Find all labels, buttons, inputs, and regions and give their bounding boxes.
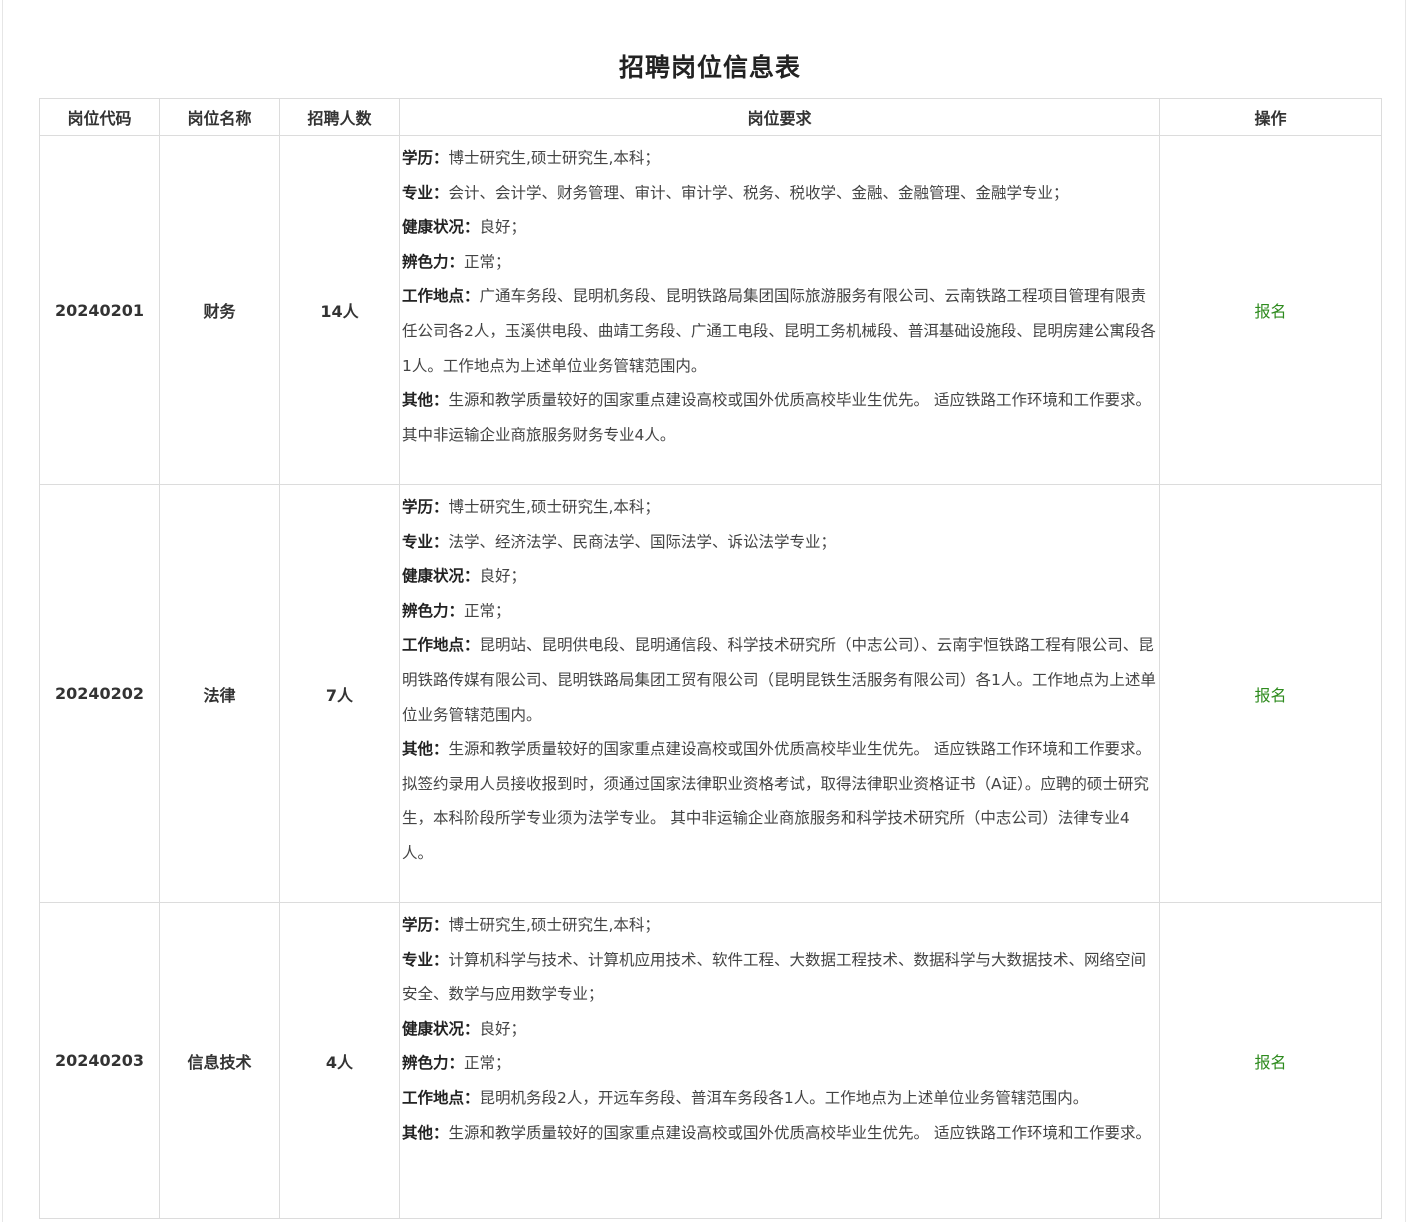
req-line: 专业：会计、会计学、财务管理、审计、审计学、税务、税收学、金融、金融管理、金融学… bbox=[402, 176, 1159, 211]
job-code: 20240202 bbox=[39, 484, 160, 903]
req-line: 专业：计算机科学与技术、计算机应用技术、软件工程、大数据工程技术、数据科学与大数… bbox=[402, 943, 1159, 1012]
req-key: 专业： bbox=[402, 950, 449, 969]
job-name: 财务 bbox=[159, 135, 280, 485]
job-count: 14人 bbox=[279, 135, 400, 485]
req-value: 生源和教学质量较好的国家重点建设高校或国外优质高校毕业生优先。 适应铁路工作环境… bbox=[448, 1123, 1151, 1142]
job-requirements: 学历：博士研究生,硕士研究生,本科； 专业：会计、会计学、财务管理、审计、审计学… bbox=[399, 135, 1160, 485]
req-line: 辨色力：正常； bbox=[402, 1046, 1159, 1081]
req-key: 学历： bbox=[402, 916, 449, 934]
header-name: 岗位名称 bbox=[159, 98, 280, 136]
req-line: 学历：博士研究生,硕士研究生,本科； bbox=[402, 141, 1159, 176]
table-row: 20240203 信息技术 4人 学历：博士研究生,硕士研究生,本科； 专业：计… bbox=[39, 902, 1382, 1219]
job-name: 法律 bbox=[159, 484, 280, 903]
req-line: 其他：生源和教学质量较好的国家重点建设高校或国外优质高校毕业生优先。 适应铁路工… bbox=[402, 1116, 1159, 1151]
req-line: 健康状况：良好； bbox=[402, 210, 1159, 245]
req-value: 博士研究生,硕士研究生,本科； bbox=[448, 498, 660, 516]
req-line: 工作地点：昆明机务段2人，开远车务段、普洱车务段各1人。工作地点为上述单位业务管… bbox=[402, 1081, 1159, 1116]
page-title: 招聘岗位信息表 bbox=[618, 53, 801, 82]
req-key: 辨色力： bbox=[402, 601, 465, 620]
req-key: 健康状况： bbox=[402, 567, 480, 586]
req-line: 健康状况：良好； bbox=[402, 1012, 1159, 1047]
req-value: 良好； bbox=[479, 567, 527, 586]
job-code: 20240203 bbox=[39, 902, 160, 1219]
header-requirements: 岗位要求 bbox=[399, 98, 1160, 136]
req-value: 博士研究生,硕士研究生,本科； bbox=[448, 149, 660, 167]
req-value: 生源和教学质量较好的国家重点建设高校或国外优质高校毕业生优先。 适应铁路工作环境… bbox=[402, 391, 1151, 444]
req-value: 法学、经济法学、民商法学、国际法学、诉讼法学专业； bbox=[448, 532, 837, 551]
req-key: 学历： bbox=[402, 149, 449, 167]
req-value: 正常； bbox=[464, 252, 511, 271]
job-count: 7人 bbox=[279, 484, 400, 903]
req-key: 学历： bbox=[402, 498, 449, 516]
req-value: 良好； bbox=[479, 1019, 527, 1038]
req-line: 辨色力：正常； bbox=[402, 594, 1159, 629]
job-requirements: 学历：博士研究生,硕士研究生,本科； 专业：计算机科学与技术、计算机应用技术、软… bbox=[399, 902, 1160, 1219]
job-requirements: 学历：博士研究生,硕士研究生,本科； 专业：法学、经济法学、民商法学、国际法学、… bbox=[399, 484, 1160, 903]
req-line: 学历：博士研究生,硕士研究生,本科； bbox=[402, 908, 1159, 943]
req-value: 计算机科学与技术、计算机应用技术、软件工程、大数据工程技术、数据科学与大数据技术… bbox=[402, 950, 1147, 1004]
req-line: 其他：生源和教学质量较好的国家重点建设高校或国外优质高校毕业生优先。 适应铁路工… bbox=[402, 732, 1159, 870]
req-line: 专业：法学、经济法学、民商法学、国际法学、诉讼法学专业； bbox=[402, 525, 1159, 560]
req-value: 正常； bbox=[464, 1054, 511, 1073]
job-table: 岗位代码 岗位名称 招聘人数 岗位要求 操作 20240201 财务 14人 学… bbox=[39, 98, 1382, 1219]
req-value: 博士研究生,硕士研究生,本科； bbox=[448, 916, 660, 934]
table-row: 20240202 法律 7人 学历：博士研究生,硕士研究生,本科； 专业：法学、… bbox=[39, 484, 1382, 903]
req-line: 工作地点：广通车务段、昆明机务段、昆明铁路局集团国际旅游服务有限公司、云南铁路工… bbox=[402, 279, 1159, 383]
req-key: 专业： bbox=[402, 532, 449, 551]
req-key: 健康状况： bbox=[402, 1019, 480, 1038]
req-key: 健康状况： bbox=[402, 218, 480, 237]
req-value: 良好； bbox=[479, 218, 527, 237]
req-value: 昆明机务段2人，开远车务段、普洱车务段各1人。工作地点为上述单位业务管辖范围内。 bbox=[479, 1088, 1089, 1107]
job-count: 4人 bbox=[279, 902, 400, 1219]
req-value: 生源和教学质量较好的国家重点建设高校或国外优质高校毕业生优先。 适应铁路工作环境… bbox=[402, 740, 1151, 862]
req-line: 辨色力：正常； bbox=[402, 245, 1159, 280]
req-line: 健康状况：良好； bbox=[402, 559, 1159, 594]
job-name: 信息技术 bbox=[159, 902, 280, 1219]
req-value: 广通车务段、昆明机务段、昆明铁路局集团国际旅游服务有限公司、云南铁路工程项目管理… bbox=[402, 287, 1156, 375]
apply-link[interactable]: 报名 bbox=[1159, 135, 1382, 485]
req-key: 工作地点： bbox=[402, 1088, 480, 1107]
req-key: 辨色力： bbox=[402, 252, 465, 271]
req-value: 会计、会计学、财务管理、审计、审计学、税务、税收学、金融、金融管理、金融学专业； bbox=[448, 183, 1069, 202]
req-key: 辨色力： bbox=[402, 1054, 465, 1073]
req-key: 其他： bbox=[402, 1123, 449, 1142]
req-key: 其他： bbox=[402, 391, 449, 410]
req-line: 学历：博士研究生,硕士研究生,本科； bbox=[402, 490, 1159, 525]
header-count: 招聘人数 bbox=[279, 98, 400, 136]
header-code: 岗位代码 bbox=[39, 98, 160, 136]
req-value: 正常； bbox=[464, 601, 511, 620]
header-action: 操作 bbox=[1159, 98, 1382, 136]
req-line: 其他：生源和教学质量较好的国家重点建设高校或国外优质高校毕业生优先。 适应铁路工… bbox=[402, 383, 1159, 452]
job-code: 20240201 bbox=[39, 135, 160, 485]
apply-link[interactable]: 报名 bbox=[1159, 902, 1382, 1219]
req-value: 昆明站、昆明供电段、昆明通信段、科学技术研究所（中志公司）、云南宇恒铁路工程有限… bbox=[402, 636, 1156, 724]
req-line: 工作地点：昆明站、昆明供电段、昆明通信段、科学技术研究所（中志公司）、云南宇恒铁… bbox=[402, 628, 1159, 732]
table-header-row: 岗位代码 岗位名称 招聘人数 岗位要求 操作 bbox=[39, 98, 1382, 136]
req-key: 其他： bbox=[402, 740, 449, 759]
table-row: 20240201 财务 14人 学历：博士研究生,硕士研究生,本科； 专业：会计… bbox=[39, 135, 1382, 485]
req-key: 工作地点： bbox=[402, 287, 480, 306]
req-key: 工作地点： bbox=[402, 636, 480, 655]
req-key: 专业： bbox=[402, 183, 449, 202]
apply-link[interactable]: 报名 bbox=[1159, 484, 1382, 903]
